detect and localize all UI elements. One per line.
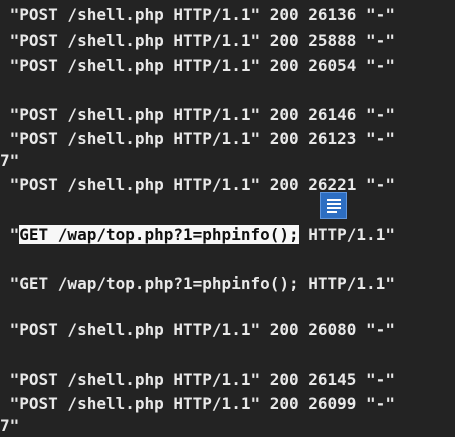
line-suffix: HTTP/1.1"	[298, 225, 395, 244]
log-line: "POST /shell.php HTTP/1.1" 200 26145 "-"	[0, 370, 395, 389]
log-line: "GET /wap/top.php?1=phpinfo(); HTTP/1.1"	[0, 274, 395, 293]
log-view[interactable]: "POST /shell.php HTTP/1.1" 200 26136 "-"…	[0, 0, 455, 437]
log-line: "POST /shell.php HTTP/1.1" 200 26080 "-"	[0, 320, 395, 339]
log-line-selected[interactable]: "GET /wap/top.php?1=phpinfo(); HTTP/1.1"	[0, 224, 395, 246]
list-icon[interactable]	[320, 192, 347, 219]
log-line: "POST /shell.php HTTP/1.1" 200 26136 "-"	[0, 5, 395, 24]
log-line: "POST /shell.php HTTP/1.1" 200 26054 "-"	[0, 56, 395, 75]
selected-text[interactable]: GET /wap/top.php?1=phpinfo();	[19, 225, 299, 244]
log-line: "POST /shell.php HTTP/1.1" 200 26123 "-"	[0, 129, 395, 148]
line-prefix: "	[0, 225, 20, 244]
log-line: "POST /shell.php HTTP/1.1" 200 26099 "-"	[0, 394, 395, 413]
log-line: 7"	[0, 151, 20, 170]
log-line: "POST /shell.php HTTP/1.1" 200 25888 "-"	[0, 31, 395, 50]
log-line: "POST /shell.php HTTP/1.1" 200 26146 "-"	[0, 105, 395, 124]
log-line: 7"	[0, 416, 20, 435]
